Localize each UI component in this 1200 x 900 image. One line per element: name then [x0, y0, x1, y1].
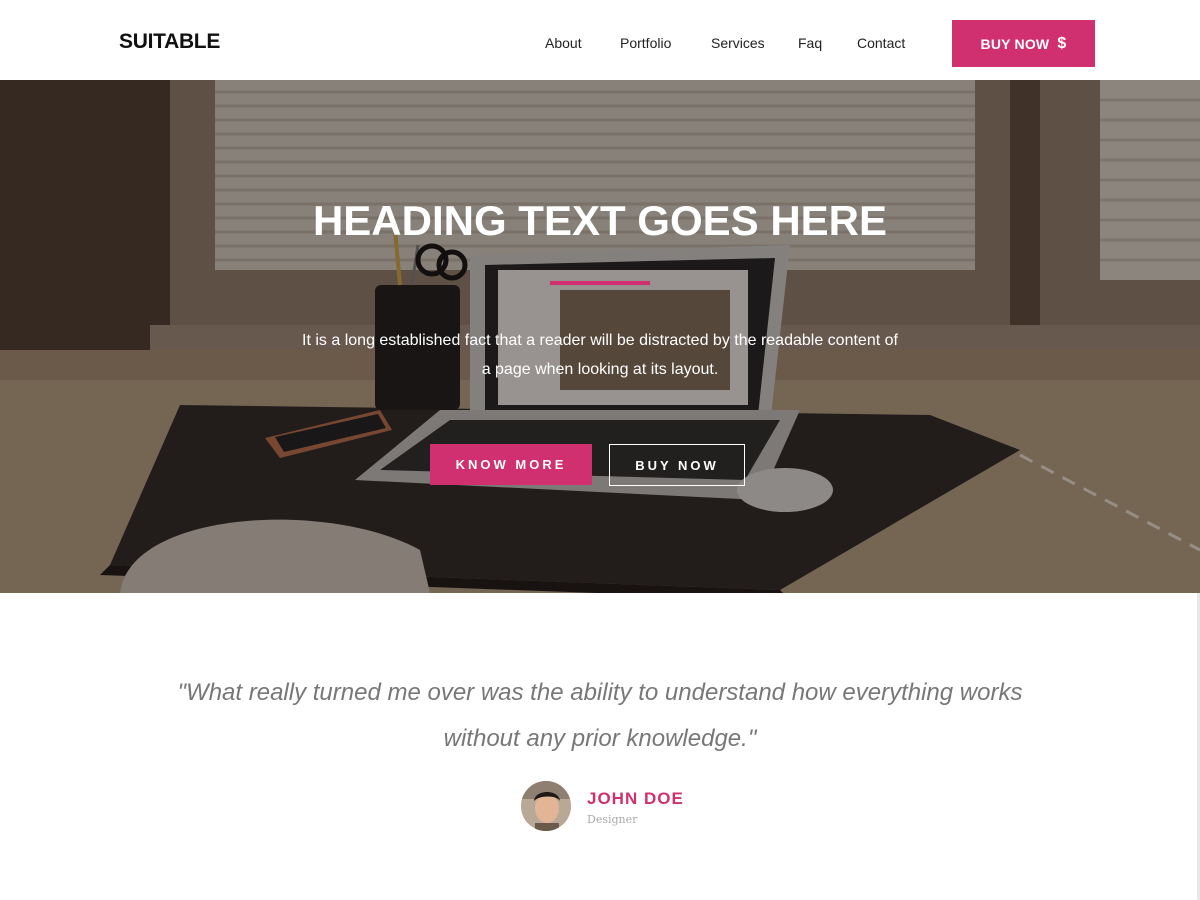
nav-item-about[interactable]: About	[545, 35, 582, 51]
avatar	[521, 781, 571, 831]
dollar-icon: $	[1057, 34, 1067, 52]
know-more-button[interactable]: KNOW MORE	[430, 444, 592, 485]
header-buy-now-button[interactable]: BUY NOW $	[952, 20, 1095, 67]
nav-item-portfolio[interactable]: Portfolio	[620, 35, 671, 51]
nav-item-faq[interactable]: Faq	[798, 35, 822, 51]
author-name: JOHN DOE	[587, 789, 684, 808]
hero-buy-now-button[interactable]: BUY NOW	[609, 444, 745, 486]
person-portrait-image	[521, 781, 571, 831]
hero-description: It is a long established fact that a rea…	[302, 332, 898, 378]
testimonial-quote: "What really turned me over was the abil…	[177, 679, 1023, 752]
hero-divider	[550, 281, 650, 285]
nav-item-contact[interactable]: Contact	[857, 35, 905, 51]
site-header: SUITABLE About Portfolio Services Faq Co…	[0, 0, 1200, 80]
nav-item-services[interactable]: Services	[711, 35, 765, 51]
author-role: Designer	[587, 813, 638, 826]
header-buy-now-label: BUY NOW	[980, 35, 1050, 52]
hero-section: HEADING TEXT GOES HERE It is a long esta…	[0, 80, 1200, 593]
hero-heading: HEADING TEXT GOES HERE	[312, 197, 888, 244]
